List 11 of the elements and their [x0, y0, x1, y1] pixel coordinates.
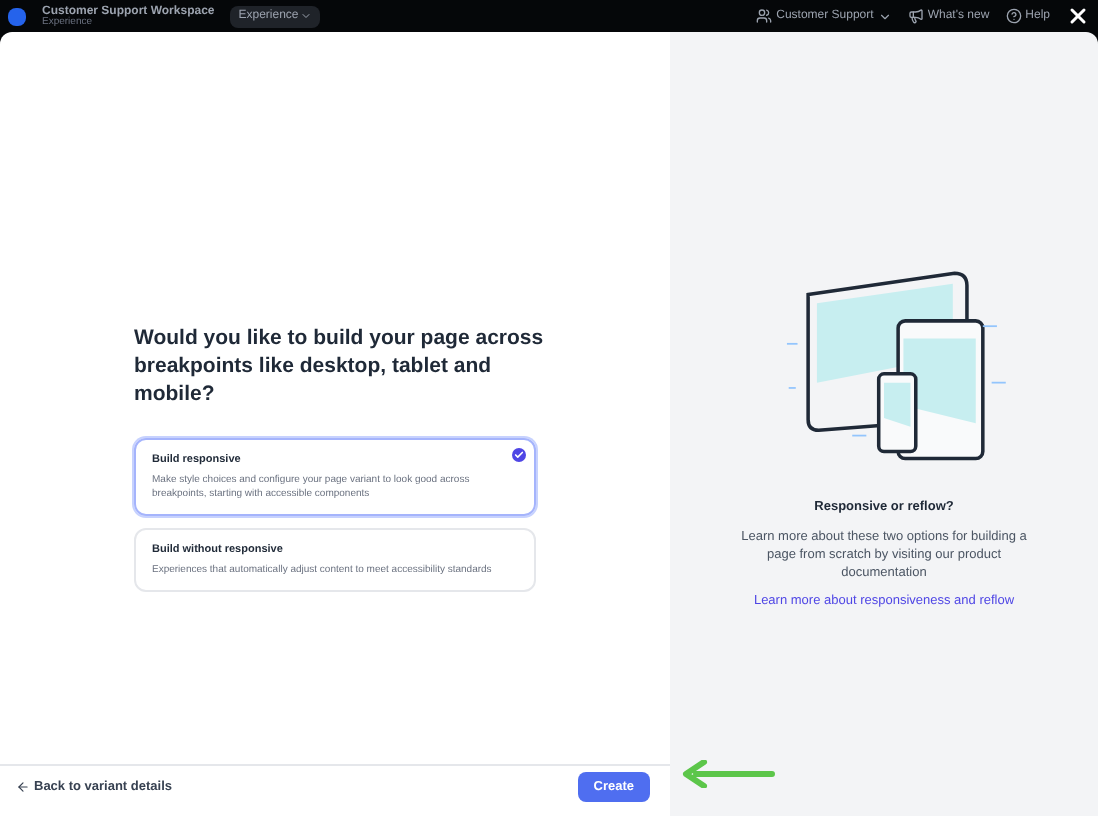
app-logo-icon — [8, 7, 26, 25]
megaphone-icon — [907, 8, 924, 24]
arrow-icon — [680, 760, 776, 788]
users-icon — [756, 8, 773, 24]
caret-icon — [877, 9, 892, 23]
close-button[interactable] — [1066, 4, 1090, 28]
check-icon — [512, 447, 526, 461]
question-heading: Would you like to build your page across breakpoints like desktop, tablet and mobile? — [134, 323, 546, 409]
caret-icon — [300, 10, 313, 22]
help-icon — [1005, 8, 1022, 24]
arrow-left-icon — [16, 780, 30, 794]
